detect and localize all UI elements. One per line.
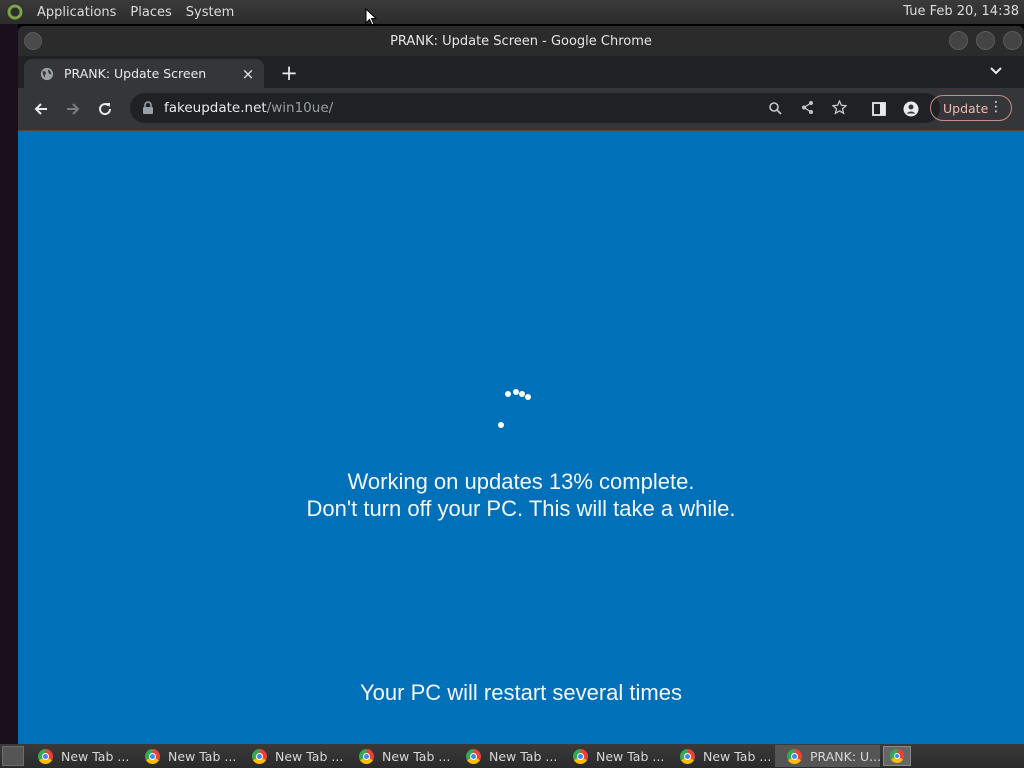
tab-title: PRANK: Update Screen xyxy=(64,66,207,81)
mouse-cursor-icon xyxy=(365,8,377,26)
url-domain: fakeupdate.net xyxy=(164,100,267,116)
forward-button[interactable] xyxy=(62,98,84,120)
back-button[interactable] xyxy=(30,98,52,120)
taskbar-item[interactable]: New Tab ... xyxy=(561,745,666,767)
star-icon[interactable] xyxy=(832,100,847,115)
new-tab-button[interactable]: + xyxy=(278,61,300,85)
show-desktop-button[interactable] xyxy=(2,746,24,766)
arrow-right-icon xyxy=(67,103,80,115)
chrome-icon xyxy=(38,748,53,764)
taskbar-item-label: New Tab ... xyxy=(489,748,558,764)
taskbar-item-label: New Tab ... xyxy=(168,748,237,764)
minimize-button[interactable] xyxy=(949,31,968,50)
chrome-icon xyxy=(252,748,267,764)
taskbar-item-label: New Tab ... xyxy=(275,748,344,764)
loading-spinner-icon xyxy=(493,386,543,436)
update-label: Update xyxy=(943,100,989,116)
chevron-down-icon[interactable] xyxy=(990,64,1002,76)
taskbar-item[interactable]: New Tab ... xyxy=(454,745,559,767)
chrome-icon xyxy=(359,748,374,764)
chrome-icon xyxy=(680,748,695,764)
window-menu-button[interactable] xyxy=(24,32,42,50)
menu-system[interactable]: System xyxy=(179,5,241,20)
distro-logo-icon[interactable] xyxy=(6,3,24,21)
update-progress-text: Working on updates 13% complete. xyxy=(347,469,695,494)
share-icon[interactable] xyxy=(800,100,815,115)
close-window-button[interactable] xyxy=(1003,31,1022,50)
side-panel-icon xyxy=(872,102,886,116)
taskbar-item[interactable]: New Tab ... xyxy=(668,745,773,767)
top-panel: Applications Places System Tue Feb 20, 1… xyxy=(0,0,1024,24)
url-path: /win10ue/ xyxy=(266,100,334,116)
restart-notice: Your PC will restart several times xyxy=(360,680,682,705)
menu-places[interactable]: Places xyxy=(123,5,178,20)
chrome-icon xyxy=(466,748,481,764)
browser-window: PRANK: Update Screen - Google Chrome PRA… xyxy=(18,26,1024,744)
taskbar-item-chrome[interactable] xyxy=(883,746,911,766)
globe-icon xyxy=(40,67,54,80)
taskbar-item-active[interactable]: PRANK: U... xyxy=(775,745,880,767)
taskbar: New Tab ... New Tab ... New Tab ... New … xyxy=(0,744,1024,768)
close-tab-icon[interactable]: × xyxy=(240,65,256,83)
taskbar-item[interactable]: New Tab ... xyxy=(133,745,238,767)
reload-button[interactable] xyxy=(94,98,116,120)
maximize-button[interactable] xyxy=(976,31,995,50)
chrome-icon xyxy=(787,748,802,764)
kebab-menu-icon[interactable]: ⋮ xyxy=(989,99,1003,115)
taskbar-item-label: PRANK: U... xyxy=(810,748,880,764)
taskbar-item-label: New Tab ... xyxy=(703,748,772,764)
side-panel-button[interactable] xyxy=(868,98,890,120)
tab-strip: PRANK: Update Screen × + xyxy=(18,56,1024,88)
arrow-left-icon xyxy=(34,103,47,115)
reload-icon xyxy=(99,103,112,116)
window-titlebar[interactable]: PRANK: Update Screen - Google Chrome xyxy=(18,26,1024,56)
tab-prank-update[interactable]: PRANK: Update Screen × xyxy=(24,59,264,88)
chrome-icon xyxy=(573,748,588,764)
desktop-background xyxy=(0,24,18,744)
update-button[interactable]: Update ⋮ xyxy=(930,95,1012,121)
lock-icon[interactable] xyxy=(142,101,154,115)
menu-applications[interactable]: Applications xyxy=(30,5,123,20)
browser-toolbar: fakeupdate.net/win10ue/ Update ⋮ xyxy=(18,88,1024,131)
taskbar-item[interactable]: New Tab ... xyxy=(240,745,345,767)
address-bar[interactable]: fakeupdate.net/win10ue/ xyxy=(130,93,940,123)
taskbar-item[interactable]: New Tab ... xyxy=(347,745,452,767)
taskbar-item[interactable]: New Tab ... xyxy=(26,745,131,767)
warning-text: Don't turn off your PC. This will take a… xyxy=(306,496,736,521)
page-viewport: Working on updates 13% complete. Don't t… xyxy=(18,131,1024,744)
taskbar-item-label: New Tab ... xyxy=(382,748,451,764)
chrome-icon xyxy=(145,748,160,764)
chrome-icon xyxy=(890,749,904,763)
profile-icon xyxy=(903,101,919,117)
profile-button[interactable] xyxy=(900,98,922,120)
taskbar-item-label: New Tab ... xyxy=(61,748,130,764)
search-icon[interactable] xyxy=(768,101,782,115)
taskbar-item-label: New Tab ... xyxy=(596,748,665,764)
window-title: PRANK: Update Screen - Google Chrome xyxy=(390,33,652,49)
clock[interactable]: Tue Feb 20, 14:38 xyxy=(903,4,1019,19)
